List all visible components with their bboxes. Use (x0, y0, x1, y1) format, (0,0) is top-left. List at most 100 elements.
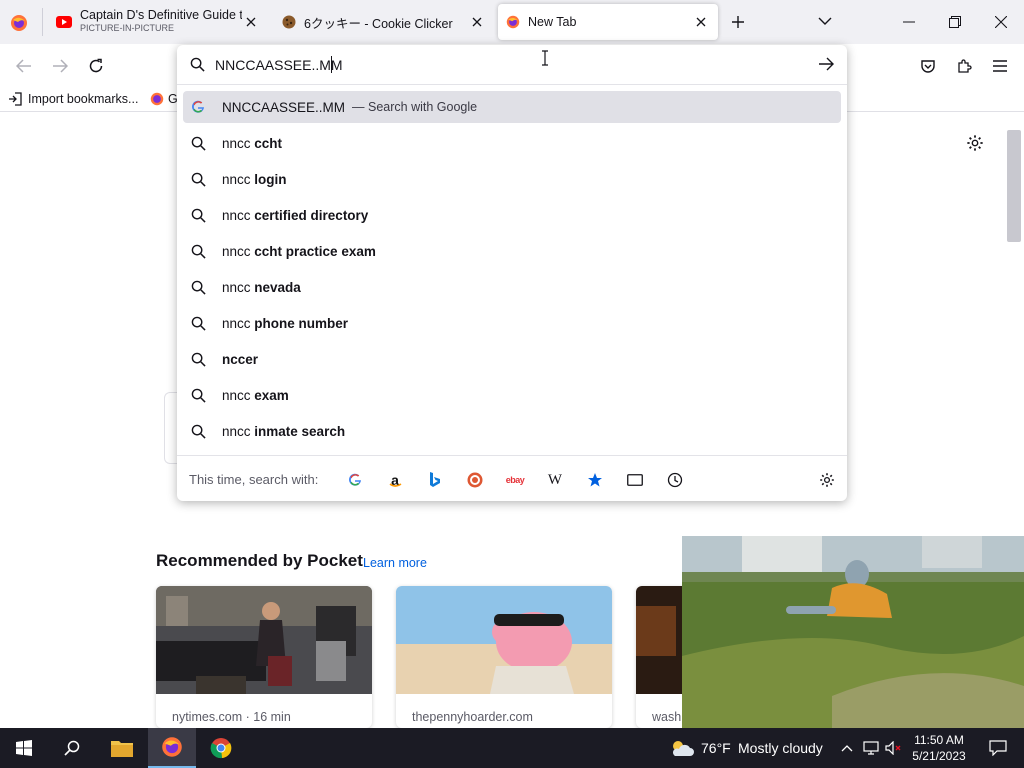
hamburger-menu-icon[interactable] (986, 52, 1014, 80)
windows-taskbar: 76°F Mostly cloudy 11:50 AM 5/21/2023 (0, 728, 1024, 768)
search-icon (190, 135, 206, 151)
suggestion-prefix: nncc (222, 135, 255, 151)
page-settings-gear-icon[interactable] (966, 134, 984, 152)
minimize-button[interactable] (886, 0, 932, 44)
file-explorer-icon[interactable] (98, 728, 146, 768)
pocket-card[interactable]: nytimes.com · 16 min (156, 586, 372, 728)
chevron-up-icon[interactable] (838, 728, 856, 768)
urlbar-popup: NNCCAASSEE..MM NNCCAASSEE..MM — Search w… (177, 45, 847, 501)
urlbar-input-text[interactable]: NNCCAASSEE..MM (215, 57, 343, 73)
weather-cloud-icon[interactable] (668, 728, 696, 768)
search-suggestion-row[interactable]: nncc certified directory (183, 199, 841, 231)
extensions-puzzle-icon[interactable] (950, 52, 978, 80)
suggestion-prefix: nncc (222, 243, 255, 259)
suggestion-text: nncc login (222, 172, 287, 187)
wikipedia-icon[interactable]: W (545, 470, 565, 490)
forward-arrow-icon[interactable] (46, 52, 74, 80)
search-suggestion-row[interactable]: nncc phone number (183, 307, 841, 339)
picture-in-picture-video[interactable] (682, 536, 1024, 728)
cookie-icon (282, 15, 296, 29)
search-icon (190, 387, 206, 403)
import-bookmarks-button[interactable]: Import bookmarks... (8, 90, 138, 108)
volume-muted-icon[interactable] (883, 728, 905, 768)
pocket-icon[interactable] (914, 52, 942, 80)
notification-icon[interactable] (978, 728, 1018, 768)
duckduckgo-icon[interactable] (465, 470, 485, 490)
new-tab-plus-icon[interactable] (730, 14, 746, 30)
search-suggestion-row[interactable]: nncc ccht (183, 127, 841, 159)
close-window-button[interactable] (978, 0, 1024, 44)
tab-title: Captain D's Definitive Guide to (80, 9, 242, 22)
search-icon (190, 315, 206, 331)
suggestion-prefix: nncc (222, 279, 255, 295)
suggestion-text: nncc ccht practice exam (222, 244, 376, 259)
suggestion-completion: login (254, 171, 287, 187)
suggestion-completion: nevada (254, 279, 301, 295)
search-icon (190, 243, 206, 259)
tab-new-tab[interactable]: New Tab (498, 4, 718, 40)
go-arrow-icon[interactable] (818, 57, 834, 71)
search-suggestion-row[interactable]: nncc nevada (183, 271, 841, 303)
tab-subtitle: PICTURE-IN-PICTURE (80, 23, 174, 33)
chrome-icon[interactable] (197, 728, 245, 768)
network-icon[interactable] (860, 728, 882, 768)
search-settings-gear-icon[interactable] (817, 470, 837, 490)
suggestion-prefix: nncc (222, 207, 255, 223)
suggestion-search-with-google[interactable]: NNCCAASSEE..MM — Search with Google (183, 91, 841, 123)
page-scrollbar-thumb[interactable] (1007, 130, 1021, 242)
close-tab-icon[interactable] (694, 15, 708, 29)
tabs-icon[interactable] (625, 470, 645, 490)
pocket-card[interactable]: thepennyhoarder.com (396, 586, 612, 728)
close-tab-icon[interactable] (244, 15, 258, 29)
google-icon (190, 99, 206, 115)
history-icon[interactable] (665, 470, 685, 490)
amazon-icon[interactable]: a (385, 470, 405, 490)
urlbar[interactable]: NNCCAASSEE..MM (177, 45, 847, 85)
search-icon (190, 57, 205, 72)
suggestion-completion: inmate search (254, 423, 346, 439)
ebay-glyph: ebay (505, 475, 525, 485)
tab-cookie-clicker[interactable]: 6クッキー - Cookie Clicker (272, 4, 494, 40)
tab-divider (42, 8, 43, 36)
suggestion-text: nccer (222, 352, 258, 367)
list-all-tabs-chevron-down-icon[interactable] (818, 16, 832, 26)
weather-temperature[interactable]: 76°F (701, 728, 731, 768)
google-icon[interactable] (345, 470, 365, 490)
suggestion-prefix: nncc (222, 387, 255, 403)
search-icon (190, 351, 206, 367)
bing-icon[interactable] (425, 470, 445, 490)
one-off-search-bar: This time, search with: a ebay W (177, 455, 847, 501)
search-icon[interactable] (48, 728, 96, 768)
clock-date: 5/21/2023 (912, 749, 966, 763)
suggestion-prefix: nncc (222, 315, 255, 331)
close-tab-icon[interactable] (470, 15, 484, 29)
restore-button[interactable] (932, 0, 978, 44)
ebay-icon[interactable]: ebay (505, 470, 525, 490)
suggestion-completion: ccht practice exam (254, 243, 376, 259)
suggestion-text: nncc nevada (222, 280, 301, 295)
wikipedia-glyph: W (547, 471, 563, 488)
clock[interactable]: 11:50 AM 5/21/2023 (908, 728, 970, 768)
search-icon (190, 171, 206, 187)
firefox-view-icon[interactable] (10, 14, 28, 32)
firefox-taskbar-icon[interactable] (148, 728, 196, 768)
search-suggestion-row[interactable]: nncc exam (183, 379, 841, 411)
search-suggestion-row[interactable]: nccer (183, 343, 841, 375)
suggestion-text: nncc phone number (222, 316, 348, 331)
search-suggestion-row[interactable]: nncc login (183, 163, 841, 195)
tab-youtube[interactable]: Captain D's Definitive Guide to PICTURE-… (46, 4, 268, 40)
search-icon (190, 279, 206, 295)
back-arrow-icon[interactable] (10, 52, 38, 80)
learn-more-link[interactable]: Learn more (363, 556, 427, 570)
bookmarks-star-icon[interactable] (585, 470, 605, 490)
firefox-icon (506, 15, 520, 29)
search-suggestion-row[interactable]: nncc ccht practice exam (183, 235, 841, 267)
reload-icon[interactable] (82, 52, 110, 80)
windows-start-icon[interactable] (0, 728, 48, 768)
search-suggestion-row[interactable]: nncc inmate search (183, 415, 841, 447)
weather-condition[interactable]: Mostly cloudy (738, 728, 823, 768)
bookmark-item[interactable]: G (150, 90, 178, 108)
firefox-icon (150, 92, 164, 106)
text-caret (331, 56, 332, 73)
search-icon (190, 207, 206, 223)
